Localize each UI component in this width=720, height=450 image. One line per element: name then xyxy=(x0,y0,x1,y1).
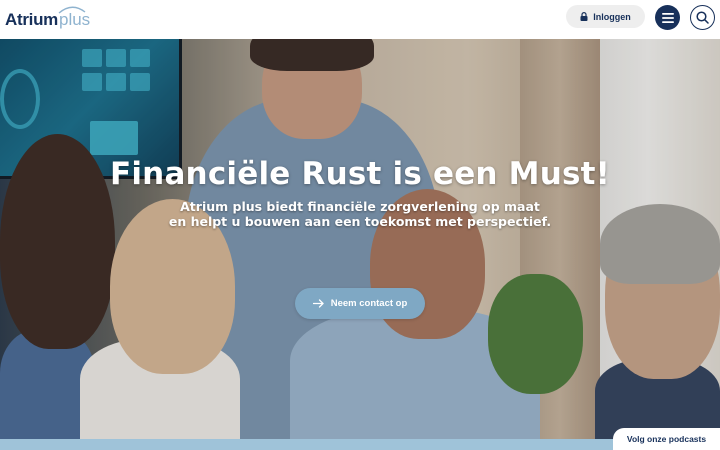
hero-subtitle-line-1: Atrium plus biedt financiële zorgverleni… xyxy=(180,199,540,214)
hamburger-menu-icon xyxy=(661,12,674,23)
logo-arc-icon xyxy=(58,6,86,14)
login-button[interactable]: Inloggen xyxy=(566,5,645,28)
podcast-tab-label: Volg onze podcasts xyxy=(626,434,707,444)
arrow-right-icon xyxy=(312,299,324,308)
search-icon xyxy=(696,11,709,24)
hero-subtitle-line-2: en helpt u bouwen aan een toekomst met p… xyxy=(168,214,552,229)
menu-button[interactable] xyxy=(655,5,680,30)
hero-bottom-bar xyxy=(0,439,720,450)
hero-subtitle: Atrium plus biedt financiële zorgverleni… xyxy=(0,199,720,229)
logo-accent: plus xyxy=(58,6,90,30)
hero-overlay xyxy=(0,39,720,439)
lock-icon xyxy=(580,12,588,21)
contact-button[interactable]: Neem contact op xyxy=(295,288,425,319)
hero-banner xyxy=(0,39,720,439)
site-header: Atrium plus Inloggen xyxy=(0,0,720,39)
contact-button-label: Neem contact op xyxy=(330,298,408,309)
podcast-tab[interactable]: Volg onze podcasts xyxy=(613,428,720,450)
search-button[interactable] xyxy=(690,5,715,30)
login-label: Inloggen xyxy=(593,11,631,22)
brand-logo[interactable]: Atrium plus xyxy=(5,6,90,30)
logo-wordmark: Atrium xyxy=(5,10,58,29)
hero-title: Financiële Rust is een Must! xyxy=(109,156,611,192)
